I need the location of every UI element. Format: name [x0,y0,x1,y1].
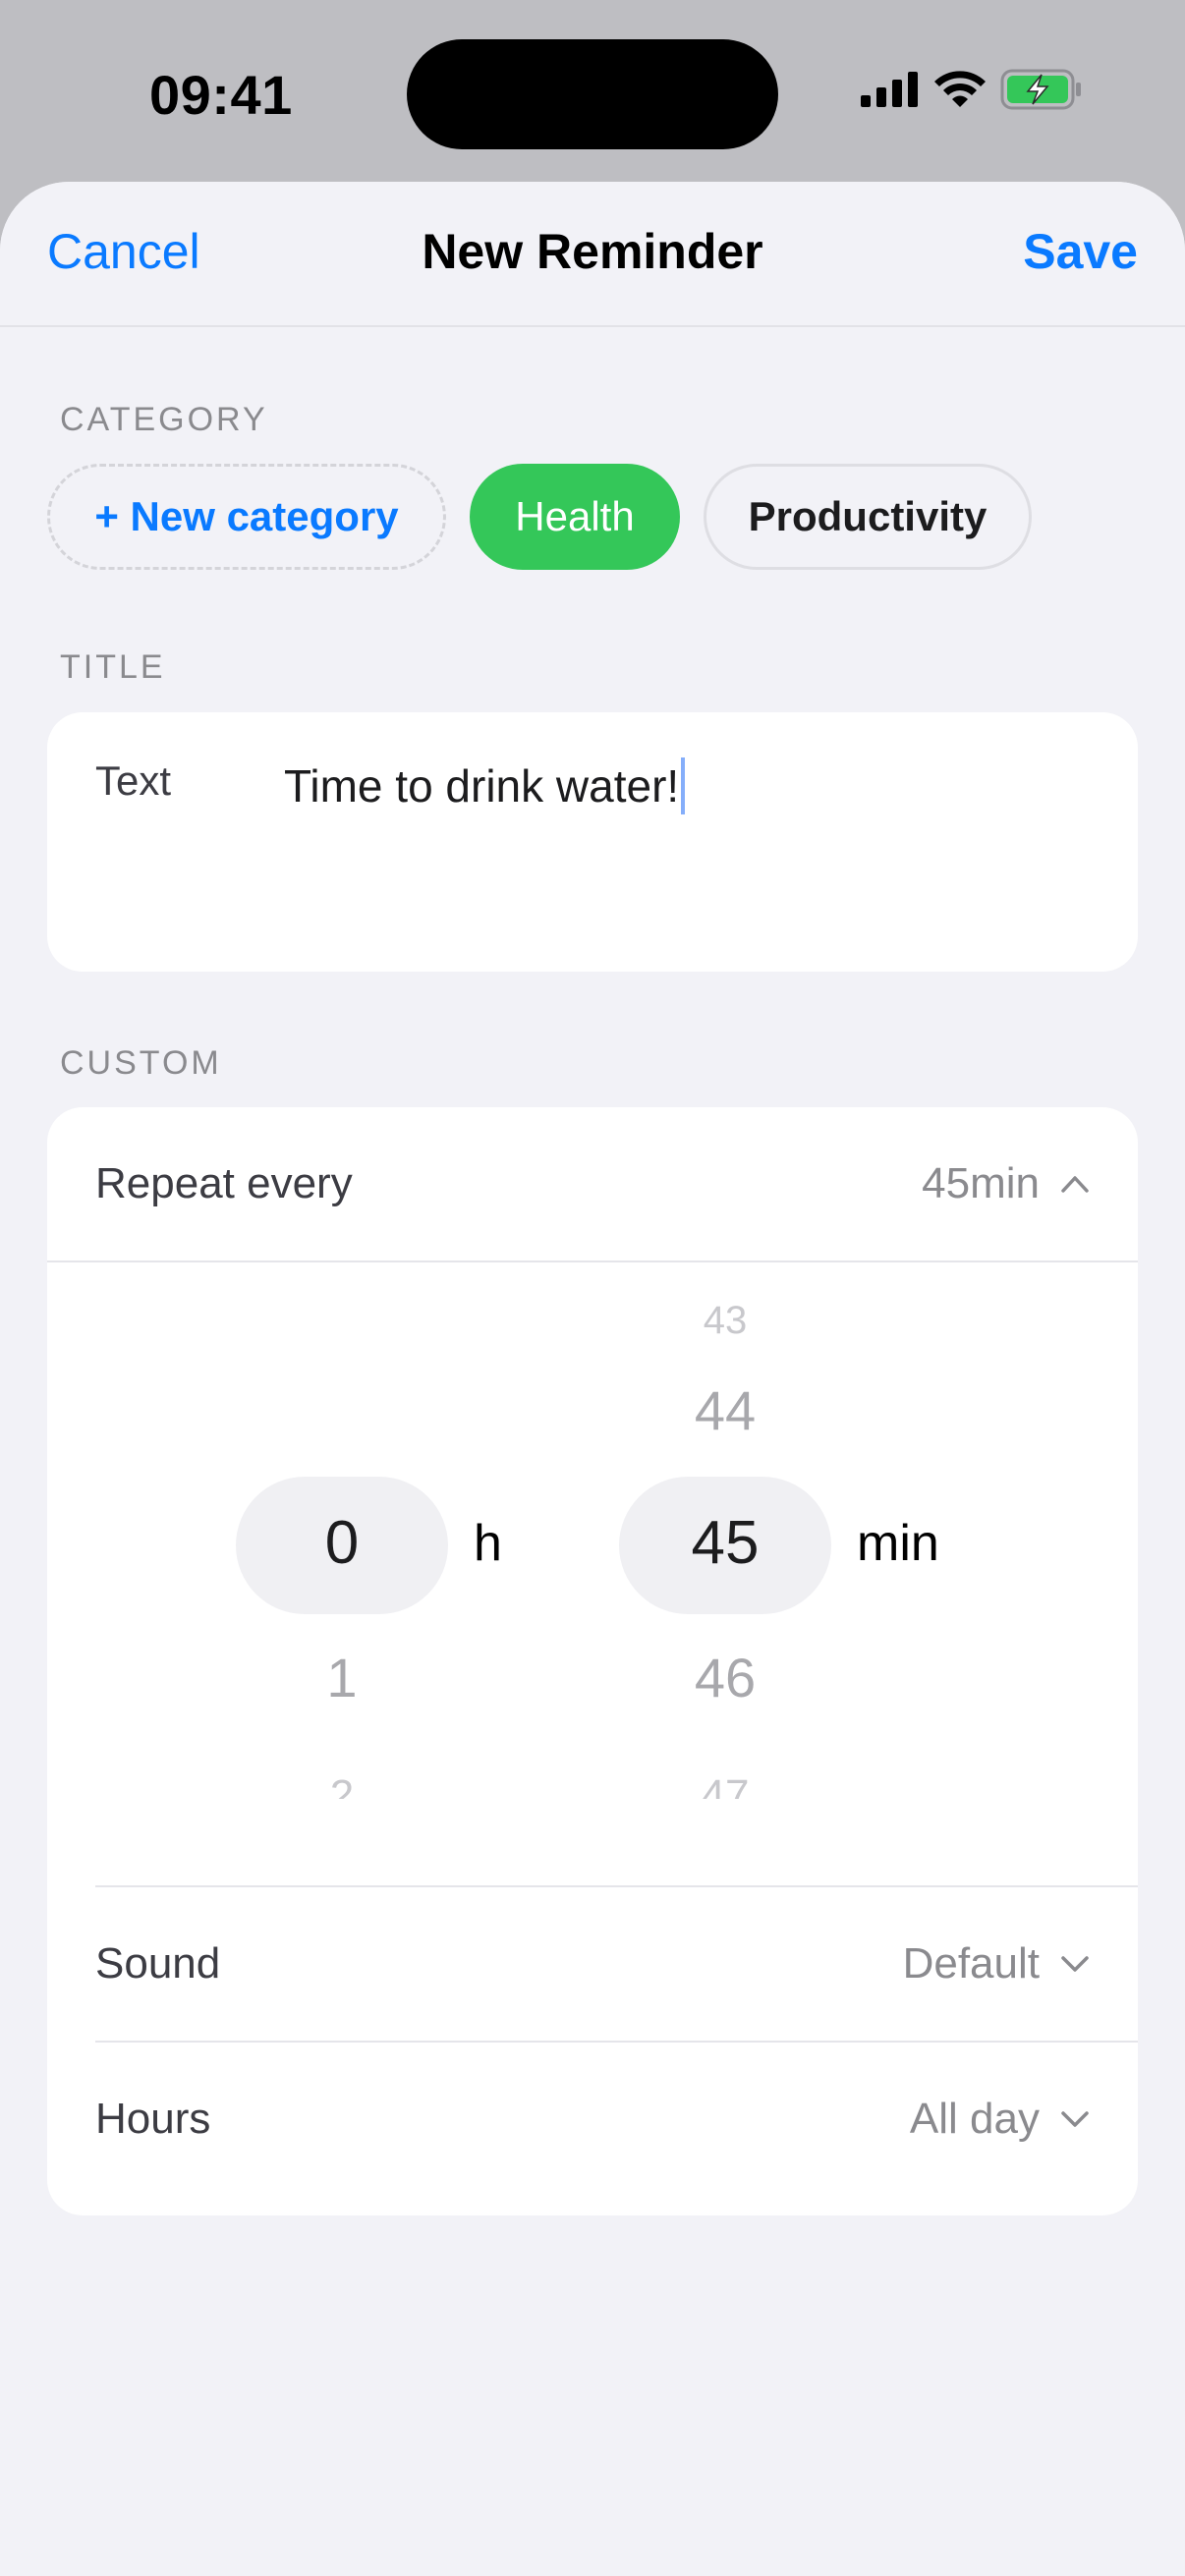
minutes-wheel-item[interactable]: 46 [619,1646,831,1709]
cancel-button[interactable]: Cancel [47,223,200,280]
reminder-text-input[interactable]: Time to drink water! [284,757,686,814]
chevron-up-icon [1061,1176,1089,1193]
category-chip-health[interactable]: Health [470,464,680,570]
hours-value-group: All day [910,2095,1089,2144]
hours-row[interactable]: Hours All day [47,2043,1138,2196]
minutes-wheel-selected[interactable]: 45 [619,1508,831,1578]
wifi-icon [934,71,986,107]
dynamic-island [407,39,778,149]
hours-unit-label: h [474,1515,502,1572]
reminder-text-value: Time to drink water! [284,760,680,812]
minutes-wheel-item[interactable]: 43 [619,1306,831,1339]
chevron-down-icon [1061,2111,1089,2127]
hours-wheel-item[interactable]: 1 [236,1646,448,1709]
category-chips: + New category Health Productivity [47,464,1032,570]
category-section-label: CATEGORY [60,401,268,438]
minutes-unit-label: min [857,1515,939,1572]
nav-bar: Cancel New Reminder Save [0,182,1185,327]
battery-charging-icon [1000,69,1081,110]
repeat-every-value-group: 45min [922,1159,1089,1208]
status-bar: 09:41 [0,0,1185,187]
custom-section-label: CUSTOM [60,1044,222,1082]
repeat-every-value: 45min [922,1159,1040,1207]
signal-icon [861,72,918,107]
hours-value: All day [909,2095,1040,2143]
chevron-down-icon [1061,1956,1089,1972]
repeat-every-row[interactable]: Repeat every 45min [47,1107,1138,1260]
category-chip-productivity[interactable]: Productivity [704,464,1032,570]
hours-label: Hours [95,2095,211,2143]
status-time: 09:41 [149,64,293,126]
text-field-label: Text [95,757,172,804]
duration-picker[interactable]: 0 1 2 h 43 44 45 46 47 min [47,1262,1138,1872]
sound-label: Sound [95,1939,221,1988]
save-button[interactable]: Save [1023,223,1138,280]
text-cursor [681,757,686,814]
status-icons [861,69,1083,110]
hours-wheel-item[interactable]: 2 [236,1771,448,1799]
sound-value-group: Default [903,1939,1089,1988]
custom-card: Repeat every 45min 0 1 2 h 43 44 45 46 4… [47,1107,1138,2215]
new-reminder-sheet: Cancel New Reminder Save CATEGORY + New … [0,182,1185,2576]
minutes-wheel-item[interactable]: 44 [619,1378,831,1442]
sound-value: Default [902,1939,1040,1988]
repeat-every-label: Repeat every [95,1159,353,1207]
new-category-button[interactable]: + New category [47,464,446,570]
sound-row[interactable]: Sound Default [47,1887,1138,2041]
hours-wheel-selected[interactable]: 0 [236,1508,448,1578]
title-section-label: TITLE [60,648,166,686]
minutes-wheel-item[interactable]: 47 [619,1771,831,1799]
title-card: Text Time to drink water! [47,712,1138,972]
